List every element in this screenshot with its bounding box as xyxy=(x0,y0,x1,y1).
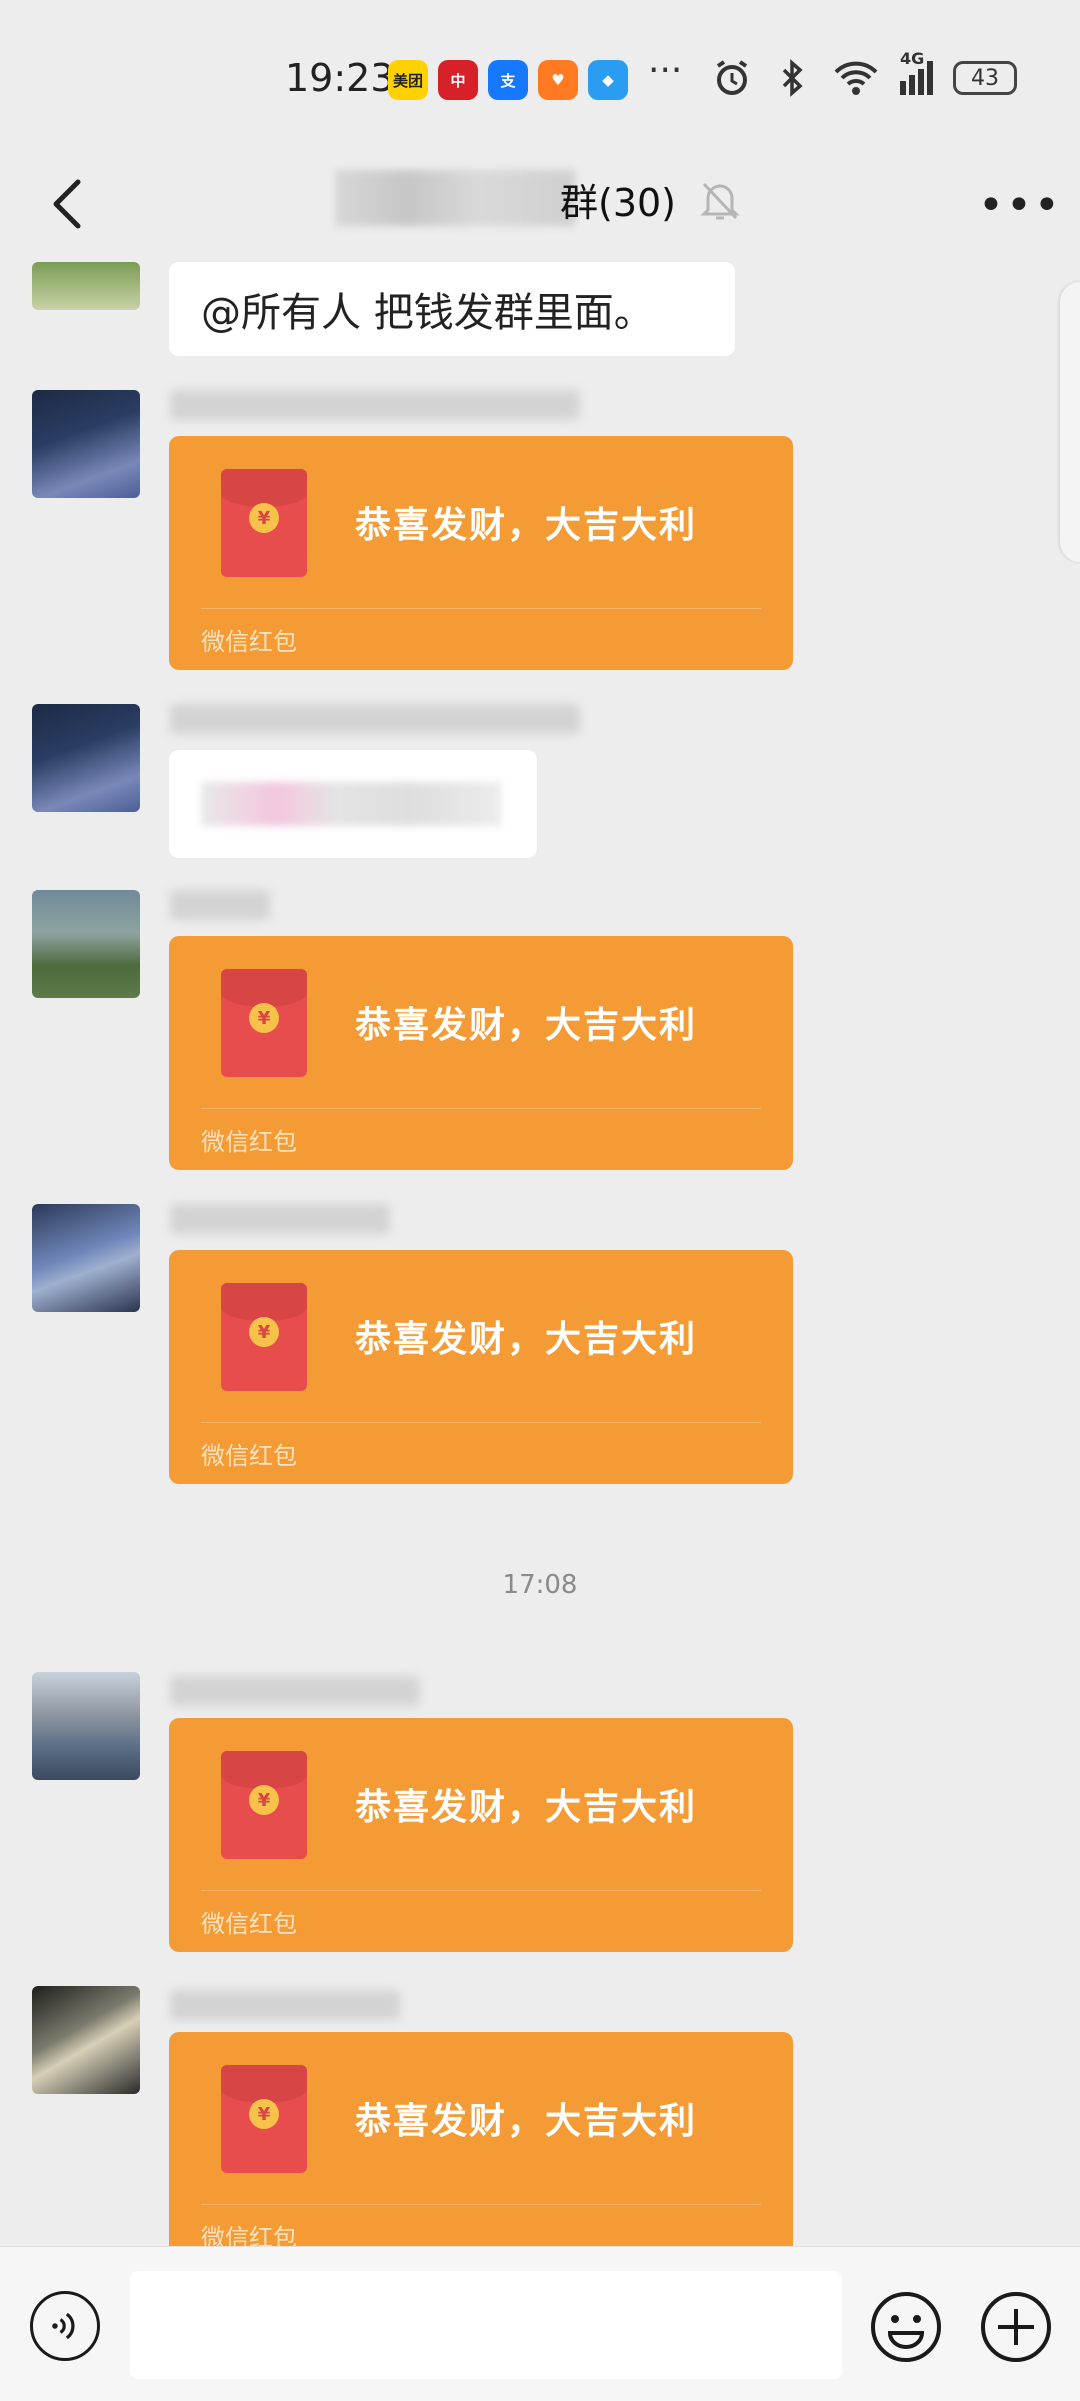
status-time: 19:23 xyxy=(285,56,395,100)
message-input[interactable] xyxy=(130,2271,842,2379)
red-envelope-icon: ¥ xyxy=(221,1283,307,1391)
chat-title[interactable]: 群(30) xyxy=(560,172,676,227)
voice-input-icon[interactable] xyxy=(30,2291,100,2361)
group-name-blurred xyxy=(335,170,575,226)
browser-app-icon: ◆ xyxy=(588,60,628,100)
text-message-blurred[interactable] xyxy=(169,750,537,858)
message-text: @所有人 把钱发群里面。 xyxy=(201,290,654,336)
floating-side-handle[interactable] xyxy=(1060,282,1080,562)
more-options-icon[interactable]: ••• xyxy=(978,180,1062,231)
bank-app-icon: 中 xyxy=(438,60,478,100)
chat-header: 群(30) ••• xyxy=(0,150,1080,260)
chat-input-bar xyxy=(0,2246,1080,2401)
mute-bell-icon xyxy=(700,182,740,220)
red-envelope-icon: ¥ xyxy=(221,1751,307,1859)
notification-app-icons: 美团中支 ♥ ◆ xyxy=(388,60,628,100)
red-packet-greeting: 恭喜发财，大吉大利 xyxy=(355,1786,698,1828)
red-packet-greeting: 恭喜发财，大吉大利 xyxy=(355,1004,698,1046)
alipay-app-icon: 支 xyxy=(488,60,528,100)
red-envelope-icon: ¥ xyxy=(221,469,307,577)
battery-indicator: 43 xyxy=(953,61,1017,95)
emoji-icon[interactable] xyxy=(870,2291,942,2363)
red-packet-greeting: 恭喜发财，大吉大利 xyxy=(355,1318,698,1360)
red-packet-greeting: 恭喜发财，大吉大利 xyxy=(355,504,698,546)
red-packet-label: 微信红包 xyxy=(201,628,297,656)
avatar[interactable] xyxy=(32,890,140,998)
sender-name-blurred xyxy=(170,1204,390,1234)
message-timestamp: 17:08 xyxy=(502,1570,578,1600)
avatar[interactable] xyxy=(32,1986,140,2094)
avatar[interactable] xyxy=(32,262,140,310)
red-packet-message[interactable]: ¥ 恭喜发财，大吉大利 微信红包 xyxy=(169,2032,793,2266)
red-packet-greeting: 恭喜发财，大吉大利 xyxy=(355,2100,698,2142)
sender-name-blurred xyxy=(170,1990,400,2020)
text-message[interactable]: @所有人 把钱发群里面。 xyxy=(169,262,735,356)
red-envelope-icon: ¥ xyxy=(221,969,307,1077)
avatar[interactable] xyxy=(32,1204,140,1312)
bluetooth-icon xyxy=(782,59,803,97)
sender-name-blurred xyxy=(170,704,580,734)
heart-app-icon: ♥ xyxy=(538,60,578,100)
sender-name-blurred xyxy=(170,390,580,420)
sender-name-blurred xyxy=(170,890,270,920)
signal-icon: 4G xyxy=(900,49,933,95)
alarm-icon xyxy=(716,60,748,95)
avatar[interactable] xyxy=(32,1672,140,1780)
more-notifications-icon: ··· xyxy=(648,50,683,91)
red-packet-label: 微信红包 xyxy=(201,1128,297,1156)
red-packet-message[interactable]: ¥ 恭喜发财，大吉大利 微信红包 xyxy=(169,1250,793,1484)
avatar[interactable] xyxy=(32,390,140,498)
red-packet-message[interactable]: ¥ 恭喜发财，大吉大利 微信红包 xyxy=(169,936,793,1170)
meituan-app-icon: 美团 xyxy=(388,60,428,100)
add-more-icon[interactable] xyxy=(980,2291,1052,2363)
red-packet-label: 微信红包 xyxy=(201,1442,297,1470)
network-type: 4G xyxy=(900,49,925,68)
red-packet-message[interactable]: ¥ 恭喜发财，大吉大利 微信红包 xyxy=(169,1718,793,1952)
avatar[interactable] xyxy=(32,704,140,812)
status-bar: 19:23 美团中支 ♥ ◆ ··· 4G 43 xyxy=(0,0,1080,150)
wifi-icon xyxy=(834,61,878,95)
red-packet-label: 微信红包 xyxy=(201,1910,297,1938)
system-icons: 4G 43 xyxy=(712,49,1017,98)
red-envelope-icon: ¥ xyxy=(221,2065,307,2173)
red-packet-message[interactable]: ¥ 恭喜发财，大吉大利 微信红包 xyxy=(169,436,793,670)
sender-name-blurred xyxy=(170,1676,420,1706)
back-icon[interactable] xyxy=(40,174,100,234)
